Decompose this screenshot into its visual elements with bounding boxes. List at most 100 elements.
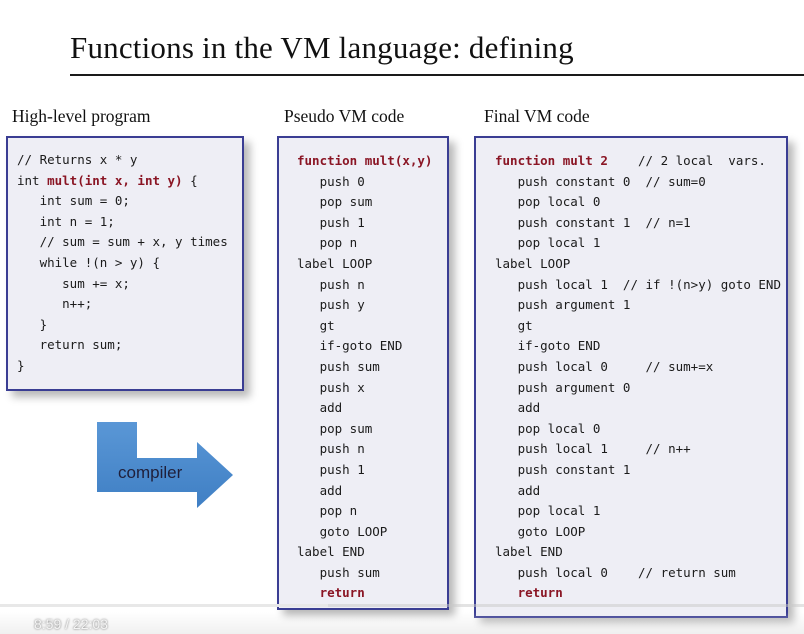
final-vm-code: function mult 2 // 2 local vars. push co… <box>495 151 781 604</box>
code-text: int n = 1; <box>17 213 115 229</box>
code-line: push 1 <box>297 213 432 234</box>
code-text: push x <box>297 379 365 395</box>
code-text: { <box>182 172 198 188</box>
code-line: push argument 1 <box>495 295 781 316</box>
code-keyword: return <box>297 585 365 601</box>
code-line: pop n <box>297 501 432 522</box>
code-line: label END <box>495 542 781 563</box>
code-line: sum += x; <box>17 274 228 295</box>
code-line: } <box>17 356 228 377</box>
code-text: gt <box>495 317 533 333</box>
code-text: if-goto END <box>297 338 403 354</box>
code-line: push local 1 // if !(n>y) goto END <box>495 275 781 296</box>
code-text: label END <box>297 544 365 560</box>
code-text: push constant 1 <box>495 461 631 477</box>
code-text: push n <box>297 276 365 292</box>
video-controls-bar <box>0 612 804 634</box>
code-text: goto LOOP <box>495 523 586 539</box>
code-text: int <box>17 172 48 188</box>
code-line: gt <box>495 316 781 337</box>
code-line: int n = 1; <box>17 212 228 233</box>
code-text: add <box>495 482 541 498</box>
code-text: push constant 1 // n=1 <box>495 214 691 230</box>
code-keyword: function mult 2 <box>495 153 608 168</box>
code-line: goto LOOP <box>297 522 432 543</box>
pseudo-vm-code: function mult(x,y) push 0 pop sum push 1… <box>297 151 432 604</box>
code-line: add <box>297 481 432 502</box>
code-line: push n <box>297 275 432 296</box>
code-line: int mult(int x, int y) { <box>17 171 228 192</box>
code-line: label LOOP <box>297 254 432 275</box>
code-line: goto LOOP <box>495 522 781 543</box>
code-line: push constant 1 <box>495 460 781 481</box>
column-heading-high-level: High-level program <box>12 106 151 126</box>
code-line: pop sum <box>297 419 432 440</box>
code-line: push local 0 // sum+=x <box>495 357 781 378</box>
code-text: // Returns x * y <box>17 152 138 167</box>
code-text: push sum <box>297 358 380 374</box>
code-line: label END <box>297 542 432 563</box>
code-line: function mult(x,y) <box>297 151 432 172</box>
code-text: push local 0 // return sum <box>495 564 736 580</box>
code-line: add <box>495 481 781 502</box>
code-text: push 1 <box>297 214 365 230</box>
compiler-label: compiler <box>118 463 183 482</box>
code-line: push x <box>297 378 432 399</box>
code-text: if-goto END <box>495 338 601 354</box>
code-line: while !(n > y) { <box>17 253 228 274</box>
code-line: push constant 0 // sum=0 <box>495 172 781 193</box>
code-keyword: return <box>495 585 563 601</box>
code-line: add <box>297 398 432 419</box>
video-progress-fill <box>0 604 329 607</box>
code-line: pop n <box>297 233 432 254</box>
code-line: push n <box>297 439 432 460</box>
code-text: while !(n > y) { <box>17 254 160 270</box>
column-heading-pseudo: Pseudo VM code <box>284 106 405 126</box>
code-line: function mult 2 // 2 local vars. <box>495 151 781 172</box>
code-line: push local 1 // n++ <box>495 439 781 460</box>
code-text: add <box>297 482 343 498</box>
code-text: gt <box>297 317 335 333</box>
code-text: int sum = 0; <box>17 193 130 209</box>
code-text: push n <box>297 441 365 457</box>
code-text: push sum <box>297 564 380 580</box>
code-line: add <box>495 398 781 419</box>
code-text: label END <box>495 544 563 560</box>
code-line: if-goto END <box>297 336 432 357</box>
code-line: push sum <box>297 357 432 378</box>
code-text: add <box>495 400 541 416</box>
code-line: int sum = 0; <box>17 191 228 212</box>
code-text: label LOOP <box>495 255 571 271</box>
code-text: push local 1 // if !(n>y) goto END <box>495 276 781 292</box>
video-progress-track[interactable] <box>0 604 804 607</box>
code-line: // Returns x * y <box>17 150 228 171</box>
code-text: push local 0 // sum+=x <box>495 358 714 374</box>
code-text: pop sum <box>297 194 373 210</box>
code-line: pop sum <box>297 192 432 213</box>
code-line: gt <box>297 316 432 337</box>
code-text: pop sum <box>297 420 373 436</box>
code-line: n++; <box>17 294 228 315</box>
code-line: if-goto END <box>495 336 781 357</box>
code-line: push constant 1 // n=1 <box>495 213 781 234</box>
code-text: } <box>17 316 48 332</box>
code-text: push argument 0 <box>495 379 631 395</box>
code-line: pop local 1 <box>495 501 781 522</box>
code-text: goto LOOP <box>297 523 388 539</box>
code-text: pop local 0 <box>495 420 601 436</box>
code-text: } <box>17 357 25 373</box>
code-text: // sum = sum + x, y times <box>17 234 228 250</box>
code-line: return <box>297 583 432 604</box>
code-text: return sum; <box>17 337 123 353</box>
code-line: push 1 <box>297 460 432 481</box>
code-keyword: mult(int x, int y) <box>47 172 183 188</box>
code-text: label LOOP <box>297 255 373 271</box>
code-line: push sum <box>297 563 432 584</box>
code-line: push y <box>297 295 432 316</box>
code-text: pop local 1 <box>495 235 601 251</box>
code-keyword: function mult(x,y) <box>297 153 433 168</box>
code-line: return sum; <box>17 335 228 356</box>
code-line: push local 0 // return sum <box>495 563 781 584</box>
code-line: pop local 0 <box>495 192 781 213</box>
code-line: pop local 0 <box>495 419 781 440</box>
